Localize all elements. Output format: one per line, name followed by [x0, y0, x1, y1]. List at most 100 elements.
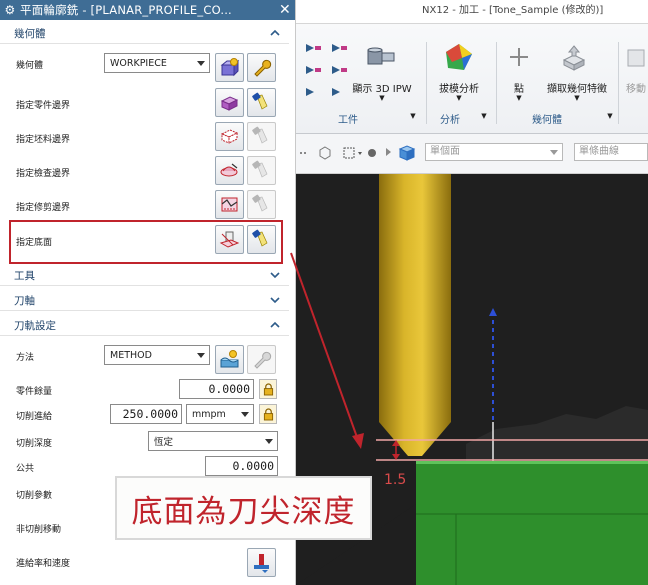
method-select-value: METHOD	[110, 349, 152, 361]
new-method-button[interactable]	[215, 345, 244, 374]
common-input[interactable]: 0.0000	[205, 456, 278, 476]
move-icon[interactable]	[624, 44, 648, 72]
section-tool-title: 工具	[14, 270, 35, 282]
check-boundary-icon	[220, 163, 238, 177]
section-tool-axis-header[interactable]: 刀軸	[0, 291, 289, 311]
extract-geometry-label[interactable]: 擷取幾何特徵	[542, 80, 612, 95]
flashlight-disabled-icon	[252, 160, 268, 178]
flashlight-disabled-icon	[252, 194, 268, 212]
depth-dimension: 1.5	[384, 472, 406, 488]
dropdown-arrow-icon	[197, 61, 205, 66]
lock-icon	[263, 382, 273, 395]
method-select[interactable]: METHOD	[104, 345, 210, 365]
group-expand-icon[interactable]: ▼	[408, 112, 418, 120]
new-geometry-icon	[220, 58, 240, 77]
specify-check-boundary-button[interactable]	[215, 156, 244, 185]
feeds-speeds-button[interactable]	[247, 548, 276, 577]
floor-highlight-box	[9, 220, 283, 264]
feeds-speeds-label: 進給率和速度	[16, 559, 71, 569]
method-label: 方法	[16, 353, 35, 363]
section-tool-header[interactable]: 工具	[0, 266, 289, 286]
section-tool-axis-title: 刀軸	[14, 295, 35, 307]
display-blank-boundary-button[interactable]	[247, 122, 276, 151]
section-geometry-title: 幾何體	[14, 28, 46, 40]
specify-part-boundary-label: 指定零件邊界	[16, 101, 71, 111]
section-geometry-header[interactable]: 幾何體	[0, 24, 289, 44]
display-trim-boundary-button[interactable]	[247, 190, 276, 219]
draft-analysis-icon[interactable]	[444, 42, 474, 72]
part-stock-label: 零件餘量	[16, 387, 53, 397]
window-title: NX12 - 加工 - [Tone_Sample (修改的)]	[422, 5, 604, 16]
edit-geometry-button[interactable]	[247, 53, 276, 82]
point-label[interactable]: 點	[510, 80, 528, 95]
chevron-up-icon	[270, 321, 280, 328]
ribbon-separator	[496, 42, 497, 124]
dropdown-arrow-icon[interactable]: ▼	[376, 94, 388, 102]
dropdown-arrow-icon[interactable]: ▼	[571, 94, 583, 102]
cut-depth-select[interactable]: 恆定	[148, 431, 278, 451]
close-icon[interactable]: ✕	[274, 2, 295, 18]
specify-blank-boundary-label: 指定坯料邊界	[16, 135, 71, 145]
floor-face	[416, 461, 648, 585]
wrench-disabled-icon	[254, 351, 272, 369]
tool-tip	[379, 422, 451, 456]
extract-geometry-icon[interactable]	[560, 44, 588, 72]
edit-method-button[interactable]	[247, 345, 276, 374]
new-method-icon	[220, 350, 239, 368]
chevron-down-icon	[270, 272, 280, 279]
specify-trim-boundary-label: 指定修剪邊界	[16, 203, 71, 213]
display-part-boundary-button[interactable]	[247, 88, 276, 117]
geometry-select[interactable]: WORKPIECE	[104, 53, 210, 73]
cut-depth-value: 恆定	[154, 437, 174, 448]
chevron-down-icon	[270, 297, 280, 304]
annotation-callout: 底面為刀尖深度	[115, 476, 372, 540]
feeds-speeds-icon	[254, 554, 269, 573]
face-filter-value: 單個面	[430, 146, 460, 157]
group-expand-icon[interactable]: ▼	[479, 112, 489, 120]
point-icon[interactable]	[508, 46, 530, 68]
selection-toolbar: 單個面 單條曲線	[296, 134, 648, 174]
move-label[interactable]: 移動	[626, 80, 648, 95]
specify-trim-boundary-button[interactable]	[215, 190, 244, 219]
section-path-settings-header[interactable]: 刀軌設定	[0, 316, 289, 336]
ribbon-top-strip: NX12 - 加工 - [Tone_Sample (修改的)]	[296, 0, 648, 24]
dropdown-arrow-icon[interactable]: ▼	[453, 94, 465, 102]
dialog-titlebar: ⚙ 平面輪廓銑 - [PLANAR_PROFILE_CO... ✕	[0, 0, 295, 20]
group-label-workpiece: 工件	[338, 115, 358, 126]
gear-icon[interactable]: ⚙	[0, 3, 20, 17]
display-check-boundary-button[interactable]	[247, 156, 276, 185]
lock-icon	[263, 407, 273, 420]
draft-analysis-label[interactable]: 拔模分析	[428, 80, 490, 95]
trim-boundary-icon	[221, 197, 238, 212]
group-expand-icon[interactable]: ▼	[605, 112, 615, 120]
feed-unit-select[interactable]: mmpm	[186, 404, 254, 424]
show-3d-ipw-label[interactable]: 顯示 3D IPW	[350, 80, 414, 95]
curve-filter-select[interactable]: 單條曲線	[574, 143, 648, 161]
dropdown-arrow-icon	[265, 439, 273, 444]
ribbon-separator	[618, 42, 619, 124]
face-filter-select[interactable]: 單個面	[425, 143, 563, 161]
selection-tool-icons[interactable]	[298, 144, 420, 162]
dropdown-arrow-icon[interactable]: ▼	[513, 94, 525, 102]
dropdown-arrow-icon	[550, 150, 558, 155]
specify-check-boundary-label: 指定檢查邊界	[16, 169, 71, 179]
cut-params-label: 切削參數	[16, 491, 53, 501]
feed-lock[interactable]	[259, 404, 277, 424]
part-boundary-icon	[220, 96, 239, 111]
ribbon-toolbar: NX12 - 加工 - [Tone_Sample (修改的)] 顯示 3D IP…	[296, 0, 648, 134]
chevron-up-icon	[270, 29, 280, 36]
group-label-geometry: 幾何體	[532, 115, 562, 126]
3d-ipw-icon[interactable]	[364, 44, 398, 70]
part-stock-input[interactable]: 0.0000	[179, 379, 254, 399]
cutting-tool	[379, 174, 451, 422]
blank-boundary-icon	[220, 129, 239, 144]
specify-blank-boundary-button[interactable]	[215, 122, 244, 151]
feed-label: 切削進給	[16, 412, 53, 422]
ribbon-separator	[426, 42, 427, 124]
feed-input[interactable]: 250.0000	[110, 404, 182, 424]
curve-filter-value: 單條曲線	[579, 146, 619, 157]
dropdown-arrow-icon	[241, 412, 249, 417]
part-stock-lock[interactable]	[259, 379, 277, 399]
new-geometry-button[interactable]	[215, 53, 244, 82]
specify-part-boundary-button[interactable]	[215, 88, 244, 117]
